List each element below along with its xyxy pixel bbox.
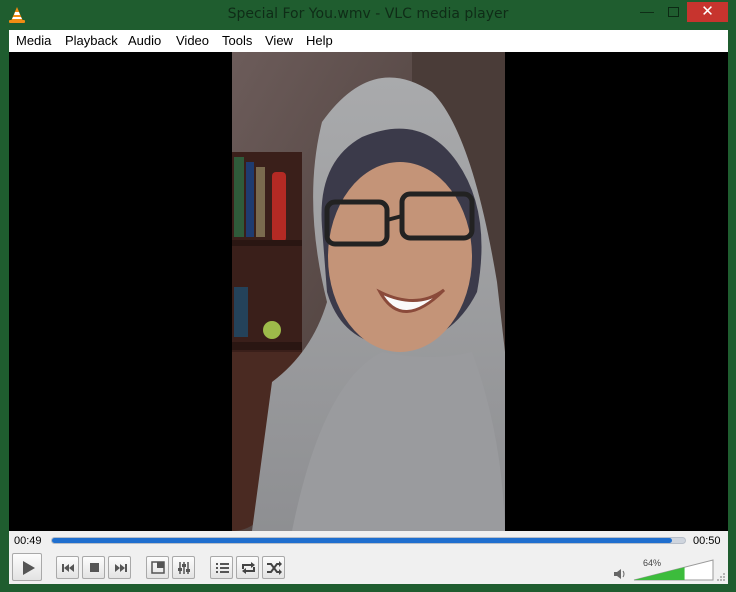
seek-bar-fill <box>52 538 673 543</box>
time-elapsed[interactable]: 00:49 <box>14 535 42 547</box>
play-icon <box>23 561 35 575</box>
shuffle-icon <box>267 561 282 575</box>
window-title: Special For You.wmv - VLC media player <box>227 6 509 22</box>
title-bar[interactable]: Special For You.wmv - VLC media player —… <box>0 0 736 30</box>
minimize-button[interactable]: — <box>634 2 660 22</box>
next-button[interactable] <box>108 556 131 579</box>
minimize-icon: — <box>640 3 654 19</box>
resize-grip-icon[interactable] <box>716 572 726 582</box>
previous-icon <box>62 564 74 572</box>
close-button[interactable]: ✕ <box>687 2 728 22</box>
loop-icon <box>242 562 255 574</box>
fullscreen-button[interactable] <box>146 556 169 579</box>
loop-button[interactable] <box>236 556 259 579</box>
vlc-window: Special For You.wmv - VLC media player —… <box>0 0 736 592</box>
menu-tools[interactable]: Tools <box>222 33 252 48</box>
menu-audio[interactable]: Audio <box>128 33 161 48</box>
video-frame <box>232 52 505 531</box>
stop-button[interactable] <box>82 556 105 579</box>
shuffle-button[interactable] <box>262 556 285 579</box>
play-button[interactable] <box>12 553 42 581</box>
menu-help[interactable]: Help <box>306 33 333 48</box>
extended-settings-button[interactable] <box>172 556 195 579</box>
stop-icon <box>90 563 99 572</box>
fullscreen-icon <box>151 561 165 574</box>
menu-view[interactable]: View <box>265 33 293 48</box>
playlist-button[interactable] <box>210 556 233 579</box>
previous-button[interactable] <box>56 556 79 579</box>
maximize-icon <box>668 7 679 17</box>
speaker-icon[interactable] <box>613 567 627 581</box>
menu-bar: Media Playback Audio Video Tools View He… <box>9 30 728 52</box>
menu-video[interactable]: Video <box>176 33 209 48</box>
next-icon <box>115 564 127 572</box>
extended-settings-icon <box>178 562 190 574</box>
time-total[interactable]: 00:50 <box>693 535 721 547</box>
volume-percent-label: 64% <box>643 558 662 568</box>
video-output[interactable] <box>9 52 728 531</box>
menu-playback[interactable]: Playback <box>65 33 118 48</box>
menu-media[interactable]: Media <box>16 33 51 48</box>
close-icon: ✕ <box>701 3 714 20</box>
playlist-icon <box>216 563 229 573</box>
seek-bar[interactable] <box>51 537 686 544</box>
maximize-button[interactable] <box>660 2 686 22</box>
controls-panel: 00:49 00:50 64% <box>9 531 728 584</box>
